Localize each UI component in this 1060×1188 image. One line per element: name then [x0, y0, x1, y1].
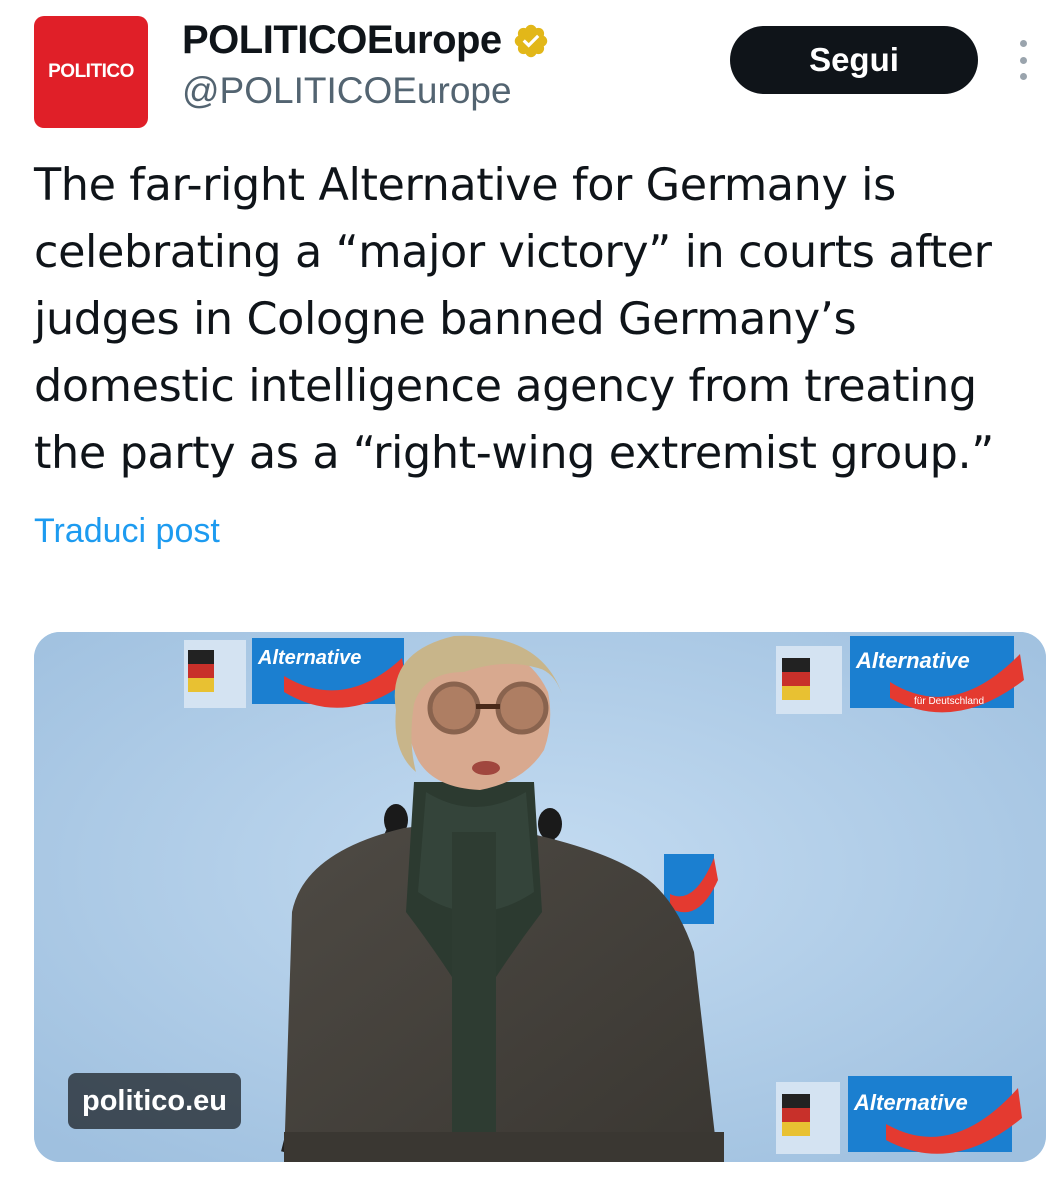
banner-subtext: für Deutschland: [914, 696, 984, 707]
banner-text: Alternative: [853, 1090, 968, 1115]
banner-text: Alternative: [855, 648, 970, 673]
party-banner: Alternative für Deutschland: [776, 636, 1024, 714]
link-source-badge[interactable]: politico.eu: [68, 1073, 241, 1129]
more-vertical-icon[interactable]: [1008, 40, 1038, 80]
account-handle[interactable]: @POLITICOEurope: [182, 70, 512, 112]
post-text: The far-right Alternative for Germany is…: [34, 160, 994, 479]
party-banner: Alternative: [776, 1076, 1022, 1154]
lectern: [284, 1132, 724, 1162]
verified-badge-icon: [514, 24, 547, 57]
follow-button[interactable]: Segui: [730, 26, 978, 94]
translate-post-link[interactable]: Traduci post: [34, 512, 220, 551]
more-dot: [1019, 40, 1027, 47]
author-name-row: POLITICOEurope: [182, 18, 550, 63]
avatar-logo-text: POLITICO: [48, 61, 134, 82]
avatar[interactable]: POLITICO: [34, 16, 148, 128]
party-banner: Alternative: [184, 638, 406, 708]
more-dot: [1019, 73, 1027, 80]
banner-text: Alternative: [257, 647, 361, 669]
display-name[interactable]: POLITICOEurope: [182, 18, 502, 63]
more-dot: [1019, 56, 1027, 64]
